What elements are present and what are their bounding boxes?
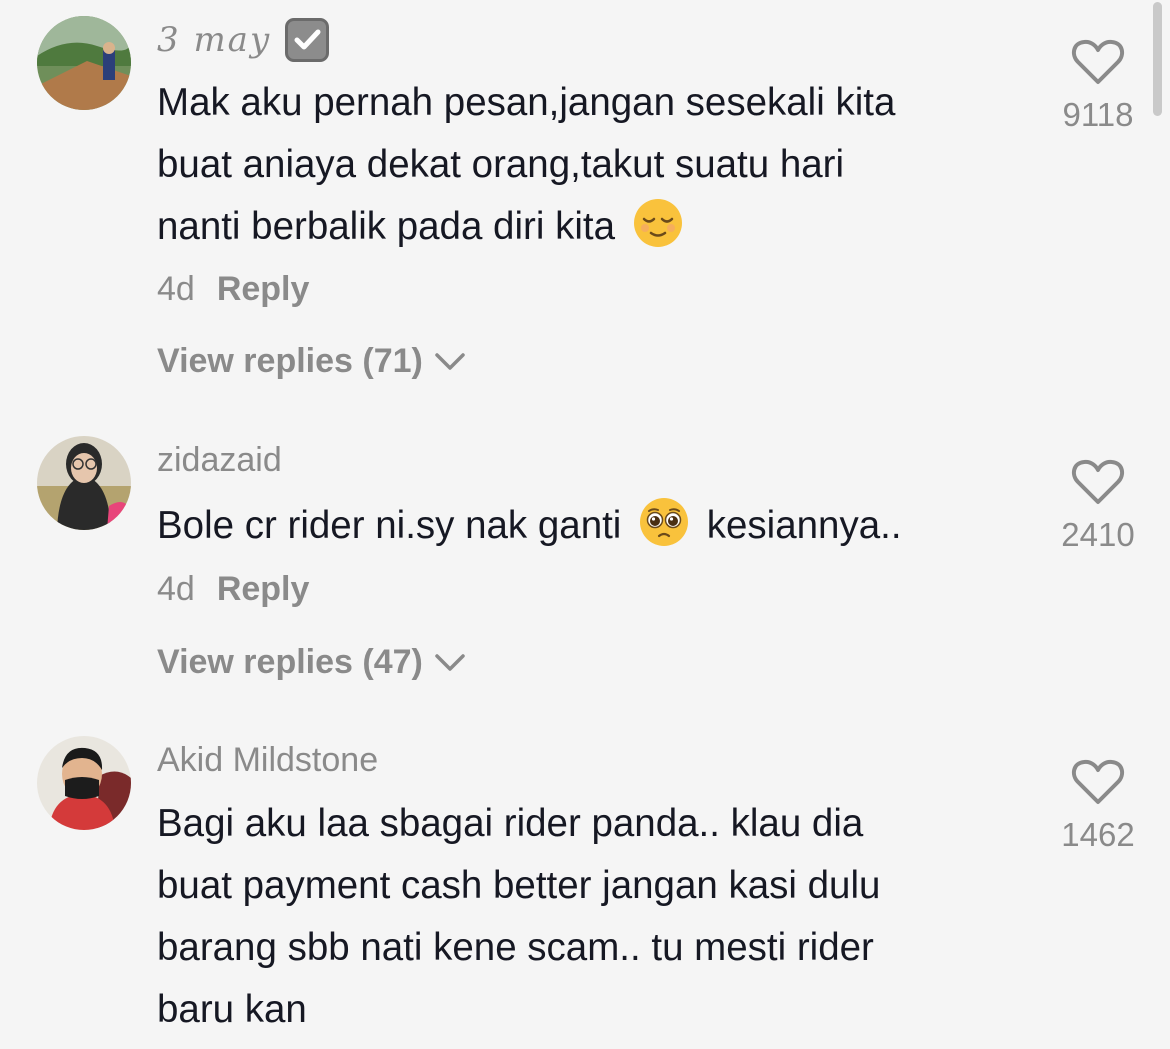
heart-outline-icon bbox=[1071, 39, 1125, 84]
comment-timestamp: 4d bbox=[157, 570, 195, 608]
avatar-image bbox=[37, 736, 131, 830]
verified-badge-icon bbox=[285, 18, 330, 62]
comment-text-line: buat payment cash better jangan kasi dul… bbox=[157, 864, 881, 907]
like-count: 9118 bbox=[1062, 96, 1134, 133]
view-replies-button[interactable]: View replies (47) bbox=[157, 643, 467, 682]
comment-text-line: baru kan bbox=[157, 988, 307, 1031]
comment-username[interactable]: Akid Mildstone bbox=[157, 741, 378, 780]
username-text[interactable]: zidazaid bbox=[157, 441, 282, 480]
like-button[interactable]: 2410 bbox=[1043, 458, 1153, 554]
like-button[interactable]: 9118 bbox=[1043, 38, 1153, 134]
comment-meta: 4d Reply bbox=[157, 270, 309, 309]
avatar-image bbox=[37, 436, 131, 530]
reply-button[interactable]: Reply bbox=[217, 270, 310, 308]
view-replies-button[interactable]: View replies (71) bbox=[157, 342, 467, 381]
comment-text-segment: nanti berbalik pada diri kita bbox=[157, 205, 615, 248]
comment-timestamp: 4d bbox=[157, 270, 195, 308]
comment-text-line: Bagi aku laa sbagai rider panda.. klau d… bbox=[157, 802, 864, 845]
comment-text: Bagi aku laa sbagai rider panda.. klau d… bbox=[157, 793, 1037, 1041]
scrollbar[interactable] bbox=[1153, 2, 1162, 116]
heart-outline-icon bbox=[1071, 759, 1125, 804]
chevron-down-icon bbox=[435, 352, 465, 370]
comment-text: Bole cr rider ni.sy nak ganti kesiannya.… bbox=[157, 495, 1037, 557]
username-text[interactable]: 3 may bbox=[157, 20, 271, 60]
chevron-down-icon bbox=[435, 653, 465, 671]
comment-text-segment: Bole cr rider ni.sy nak ganti bbox=[157, 504, 622, 547]
avatar-image bbox=[37, 16, 131, 110]
view-replies-label: View replies (47) bbox=[157, 643, 423, 681]
comment-text-line: nanti berbalik pada diri kita bbox=[157, 196, 1037, 258]
comment-text: Mak aku pernah pesan,jangan sesekali kit… bbox=[157, 72, 1037, 258]
comment-text-line: Mak aku pernah pesan,jangan sesekali kit… bbox=[157, 81, 896, 124]
avatar[interactable] bbox=[37, 736, 131, 830]
comment-username[interactable]: zidazaid bbox=[157, 441, 282, 480]
username-text[interactable]: Akid Mildstone bbox=[157, 741, 378, 780]
like-count: 1462 bbox=[1061, 816, 1135, 853]
pleading-face-emoji-icon bbox=[638, 496, 690, 548]
view-replies-label: View replies (71) bbox=[157, 342, 423, 380]
like-count: 2410 bbox=[1061, 516, 1135, 553]
heart-outline-icon bbox=[1071, 459, 1125, 504]
relieved-face-emoji-icon bbox=[632, 197, 684, 249]
reply-button[interactable]: Reply bbox=[217, 570, 310, 608]
comment-text-line: buat aniaya dekat orang,takut suatu hari bbox=[157, 143, 845, 186]
comment-text-line: barang sbb nati kene scam.. tu mesti rid… bbox=[157, 926, 874, 969]
avatar[interactable] bbox=[37, 436, 131, 530]
comment-meta: 4d Reply bbox=[157, 570, 309, 609]
like-button[interactable]: 1462 bbox=[1043, 758, 1153, 854]
comment-text-segment: kesiannya.. bbox=[706, 504, 902, 547]
comment-username[interactable]: 3 may bbox=[157, 18, 330, 62]
comment-text-line: Bole cr rider ni.sy nak ganti kesiannya.… bbox=[157, 495, 1037, 557]
avatar[interactable] bbox=[37, 16, 131, 110]
